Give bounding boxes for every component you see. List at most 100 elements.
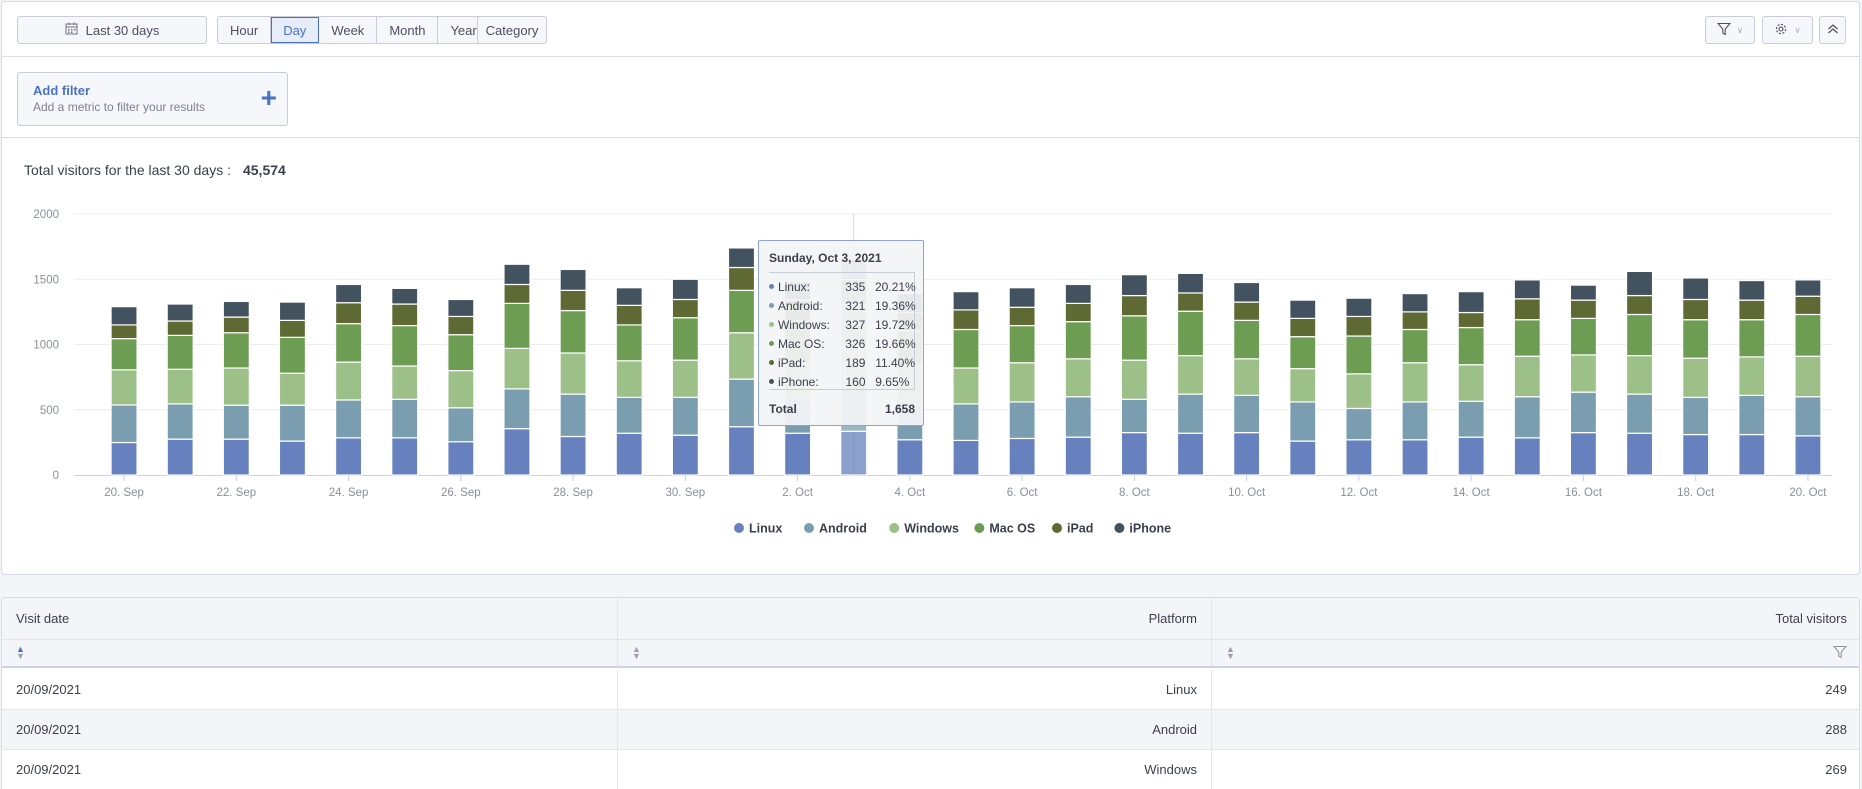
bar-segment-iphone	[278, 301, 307, 321]
bar-segment-ipad	[559, 289, 587, 312]
bar-segment-android	[1738, 394, 1766, 436]
date-range-button[interactable]: Last 30 days	[17, 16, 207, 44]
bar-segment-windows	[1625, 354, 1654, 395]
tooltip-row-value: 189	[845, 355, 866, 370]
summary-label: Total visitors for the last 30 days :	[24, 162, 231, 178]
table-row[interactable]: 20/09/2021 Android 288	[2, 710, 1859, 750]
bar-segment-iphone	[166, 303, 194, 322]
granularity-week[interactable]: Week	[319, 17, 378, 43]
legend-marker	[804, 523, 814, 533]
table-sort-row: ▲ ▼ ▲ ▼ ▲ ▼	[2, 640, 1859, 668]
y-tick-label: 500	[40, 405, 59, 417]
x-tick-label: 16. Oct	[1565, 487, 1603, 499]
bar-segment-windows	[559, 352, 587, 395]
bar-segment-mac-os	[1345, 335, 1373, 375]
tooltip-row: Windows: 327 19.72%	[769, 315, 916, 334]
bar-segment-android	[1176, 393, 1205, 434]
granularity-hour[interactable]: Hour	[218, 17, 272, 43]
sort-icon[interactable]: ▲ ▼	[632, 645, 641, 661]
legend-item-ipad: iPad	[1067, 522, 1093, 536]
bar-segment-mac-os	[110, 338, 138, 371]
bar-segment-ipad	[1794, 295, 1822, 316]
granularity-selector: Hour Day Week Month Year	[217, 16, 490, 44]
category-button[interactable]: Category	[477, 16, 547, 44]
bar-segment-linux	[1401, 439, 1429, 476]
bar-segment-iphone	[334, 283, 363, 304]
column-header-total-visitors[interactable]: Total visitors	[1212, 598, 1859, 639]
bar-segment-iphone	[222, 300, 250, 318]
data-table: Visit date Platform Total visitors ▲ ▼ ▲ ▼…	[1, 597, 1860, 789]
x-tick-label: 20. Oct	[1789, 487, 1827, 499]
tooltip-rows: Linux: 335 20.21% Android: 321 19.36% Windows:…	[769, 272, 916, 390]
bar-segment-android	[559, 393, 587, 438]
stacked-bar-chart: 20. Sep 22. Sep 24. Sep 26. Sep 28. Sep 30. S…	[33, 209, 1832, 536]
table-row[interactable]: 20/09/2021 Linux 249	[2, 670, 1859, 710]
chart-filter-button[interactable]: ∨	[1705, 16, 1755, 44]
double-chevron-up-icon	[1827, 23, 1839, 38]
granularity-day[interactable]: Day	[271, 17, 320, 43]
bar-segment-ipad	[1569, 299, 1598, 319]
y-tick-label: 2000	[33, 209, 59, 221]
series-dot-icon	[769, 379, 774, 384]
bar-segment-android	[1569, 391, 1598, 434]
bar-segment-linux	[727, 426, 756, 476]
sort-icon[interactable]: ▲ ▼	[1226, 645, 1235, 661]
bar-segment-mac-os	[1233, 319, 1261, 360]
bar-segment-linux	[1345, 439, 1373, 476]
bar-segment-mac-os	[166, 334, 194, 370]
bar-segment-android	[391, 398, 419, 439]
bar-segment-mac-os	[615, 324, 643, 362]
add-filter-subtitle: Add a metric to filter your results	[33, 100, 206, 114]
tooltip-row-value: 160	[845, 374, 866, 389]
table-row[interactable]: 20/09/2021 Windows 269	[2, 750, 1859, 789]
bar-segment-android	[334, 399, 363, 439]
tooltip-row: iPad: 189 11.40%	[769, 353, 915, 372]
bar-segment-mac-os	[1457, 326, 1485, 366]
bar-segment-windows	[1120, 359, 1148, 400]
bar-segment-iphone	[671, 278, 699, 301]
column-header-platform[interactable]: Platform	[618, 598, 1212, 639]
add-filter-button[interactable]: Add filter Add a metric to filter your r…	[17, 72, 288, 126]
tooltip-row-percent: 11.40%	[875, 355, 915, 370]
bar-segment-iphone	[1289, 299, 1317, 319]
collapse-button[interactable]	[1819, 16, 1846, 44]
chart-legend: Linux Android Windows Mac OS iPad iPhone	[734, 522, 1171, 536]
bar-segment-mac-os	[671, 317, 699, 361]
bar-segment-android	[1064, 396, 1092, 438]
bar-segment-windows	[1176, 354, 1205, 395]
chevron-down-icon: ∨	[1736, 24, 1744, 35]
cell-visit-date: 20/09/2021	[2, 710, 618, 749]
tooltip-row-percent: 20.21%	[875, 279, 916, 294]
add-filter-title: Add filter	[33, 83, 91, 98]
bar-segment-android	[1401, 401, 1429, 441]
sort-icon[interactable]: ▲ ▼	[16, 645, 25, 661]
summary-value: 45,574	[242, 162, 286, 178]
x-tick-label: 24. Sep	[329, 487, 369, 499]
bar-segment-mac-os	[222, 332, 250, 369]
bar-segment-iphone	[1233, 281, 1261, 303]
summary: Total visitors for the last 30 days : 45,…	[24, 162, 286, 178]
column-header-visit-date[interactable]: Visit date	[2, 598, 618, 639]
bar-segment-iphone	[727, 247, 756, 269]
cell-total-visitors: 269	[1825, 762, 1847, 777]
cell-total-visitors: 249	[1825, 682, 1847, 697]
bar-segment-android	[1625, 393, 1654, 434]
column-filter-icon[interactable]	[1832, 645, 1848, 662]
bar-segment-windows	[671, 359, 699, 398]
granularity-month[interactable]: Month	[377, 17, 439, 43]
bar-segment-ipad	[1738, 299, 1766, 321]
series-dot-icon	[769, 284, 774, 289]
tooltip-row-percent: 9.65%	[875, 374, 910, 389]
y-axis: 0 500 1000 1500 2000	[33, 209, 59, 482]
bar-segment-ipad	[391, 303, 419, 327]
bar-segment-linux	[1289, 440, 1317, 476]
settings-button[interactable]: ∨	[1762, 16, 1813, 44]
bar-segment-linux	[1513, 437, 1541, 476]
bar-segment-linux	[1738, 433, 1766, 476]
bar-segment-iphone	[1513, 279, 1541, 300]
bar-segment-iphone	[1176, 272, 1205, 294]
bar-segment-linux	[166, 438, 194, 476]
bar-segment-ipad	[1289, 317, 1317, 338]
bar-segment-ipad	[278, 319, 307, 338]
bar-segment-android	[278, 404, 307, 442]
